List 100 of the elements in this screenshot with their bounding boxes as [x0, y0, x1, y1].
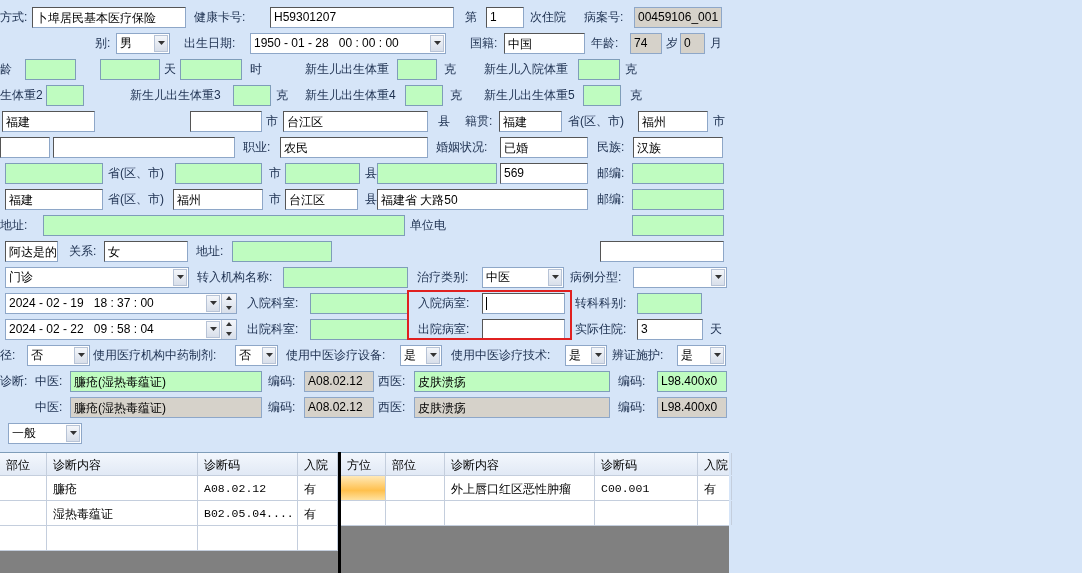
text-field[interactable]: L98.400x0	[657, 370, 727, 392]
text-field[interactable]: L98.400x0	[657, 396, 727, 418]
dropdown-button[interactable]	[74, 346, 88, 364]
dropdown-button[interactable]	[426, 346, 440, 364]
dropdown[interactable]: 是	[677, 344, 726, 366]
text-field[interactable]: 女	[104, 240, 188, 262]
spin-buttons[interactable]	[221, 293, 236, 313]
table-cell: 有	[298, 476, 338, 500]
form-label: 治疗类别:	[417, 268, 470, 286]
text-field[interactable]: 1	[486, 6, 524, 28]
text-field[interactable]: 臁疮(湿热毒蕴证)	[70, 396, 262, 418]
text-field[interactable]	[578, 58, 620, 80]
text-field[interactable]: 台江区	[285, 188, 358, 210]
dropdown-button[interactable]	[591, 346, 605, 364]
dropdown[interactable]: 门诊	[5, 266, 189, 288]
dropdown[interactable]: 一般	[8, 422, 82, 444]
text-field[interactable]	[482, 292, 565, 314]
text-field[interactable]: 福州	[638, 110, 708, 132]
text-field[interactable]	[190, 110, 262, 132]
dropdown[interactable]: 中医	[482, 266, 564, 288]
text-field[interactable]	[405, 84, 443, 106]
text-field[interactable]: 0	[680, 32, 705, 54]
column-header[interactable]: 诊断内容	[47, 453, 198, 475]
text-field[interactable]: H59301207	[270, 6, 454, 28]
text-field[interactable]: 福建	[5, 188, 103, 210]
text-field[interactable]: 福建	[2, 110, 95, 132]
text-field[interactable]	[310, 318, 408, 340]
text-field[interactable]	[180, 58, 242, 80]
text-cursor	[486, 296, 487, 310]
text-field[interactable]	[632, 162, 724, 184]
text-field[interactable]	[53, 136, 235, 158]
text-field[interactable]: 皮肤溃疡	[414, 396, 610, 418]
dropdown[interactable]: 否	[27, 344, 90, 366]
text-field[interactable]: 福建省 大路50	[377, 188, 588, 210]
dropdown-button[interactable]	[66, 424, 80, 442]
dropdown[interactable]: 是	[565, 344, 607, 366]
column-header[interactable]: 部位	[386, 453, 445, 475]
text-field[interactable]: 农民	[280, 136, 428, 158]
text-field[interactable]: 汉族	[633, 136, 723, 158]
text-field[interactable]	[0, 136, 50, 158]
text-field[interactable]	[175, 162, 262, 184]
text-field[interactable]: 569	[500, 162, 588, 184]
text-field[interactable]	[637, 292, 702, 314]
form-label: 辨证施护:	[612, 346, 665, 364]
dropdown-button[interactable]	[711, 268, 725, 286]
column-header[interactable]: 诊断码	[198, 453, 298, 475]
text-field[interactable]: 卜埠居民基本医疗保险	[32, 6, 186, 28]
text-field[interactable]: 臁疮(湿热毒蕴证)	[70, 370, 262, 392]
text-field[interactable]: A08.02.12	[304, 396, 374, 418]
dropdown-button[interactable]	[173, 268, 187, 286]
column-header[interactable]: 诊断码	[595, 453, 698, 475]
text-field[interactable]	[25, 58, 76, 80]
text-field[interactable]	[377, 162, 497, 184]
date-time-picker[interactable]: 1950 - 01 - 28 00 : 00 : 00	[250, 32, 446, 54]
dropdown-button[interactable]	[154, 34, 168, 52]
column-header[interactable]: 方位	[341, 453, 386, 475]
spin-buttons[interactable]	[221, 319, 236, 339]
dropdown-button[interactable]	[206, 294, 220, 312]
dropdown-button[interactable]	[206, 320, 220, 338]
dropdown[interactable]: 是	[400, 344, 442, 366]
text-field[interactable]	[482, 318, 565, 340]
column-header[interactable]: 部位	[0, 453, 47, 475]
text-field[interactable]: 台江区	[283, 110, 428, 132]
text-field[interactable]	[600, 240, 724, 262]
text-field[interactable]: 皮肤溃疡	[414, 370, 610, 392]
text-field[interactable]	[397, 58, 437, 80]
text-field[interactable]	[46, 84, 84, 106]
dropdown-button[interactable]	[262, 346, 276, 364]
text-field[interactable]	[632, 188, 724, 210]
text-field[interactable]: A08.02.12	[304, 370, 374, 392]
text-field[interactable]	[632, 214, 724, 236]
column-header[interactable]: 诊断内容	[445, 453, 595, 475]
text-field[interactable]	[583, 84, 621, 106]
text-field[interactable]	[233, 84, 271, 106]
text-field[interactable]	[43, 214, 405, 236]
dropdown-button[interactable]	[548, 268, 562, 286]
column-header[interactable]: 入院	[698, 453, 732, 475]
text-field[interactable]	[5, 162, 103, 184]
column-header[interactable]: 入院	[298, 453, 338, 475]
text-field[interactable]: 74	[630, 32, 662, 54]
dropdown[interactable]: 否	[235, 344, 278, 366]
text-field[interactable]: 阿达是的	[5, 240, 58, 262]
text-field[interactable]	[310, 292, 408, 314]
date-time-picker[interactable]: 2024 - 02 - 22 09 : 58 : 04	[5, 318, 237, 340]
text-field[interactable]	[100, 58, 160, 80]
text-field[interactable]	[283, 266, 408, 288]
form-label: 编码:	[618, 398, 647, 416]
dropdown-button[interactable]	[430, 34, 444, 52]
text-field[interactable]: 中国	[504, 32, 585, 54]
text-field[interactable]: 福州	[173, 188, 263, 210]
text-field[interactable]: 00459106_001	[634, 6, 722, 28]
dropdown[interactable]: 男	[116, 32, 170, 54]
text-field[interactable]: 3	[637, 318, 703, 340]
text-field[interactable]	[285, 162, 360, 184]
table-cell: 外上唇口红区恶性肿瘤	[445, 476, 595, 500]
date-time-picker[interactable]: 2024 - 02 - 19 18 : 37 : 00	[5, 292, 237, 314]
dropdown-button[interactable]	[710, 346, 724, 364]
text-field[interactable]: 福建	[499, 110, 562, 132]
text-field[interactable]: 已婚	[500, 136, 588, 158]
text-field[interactable]	[232, 240, 332, 262]
